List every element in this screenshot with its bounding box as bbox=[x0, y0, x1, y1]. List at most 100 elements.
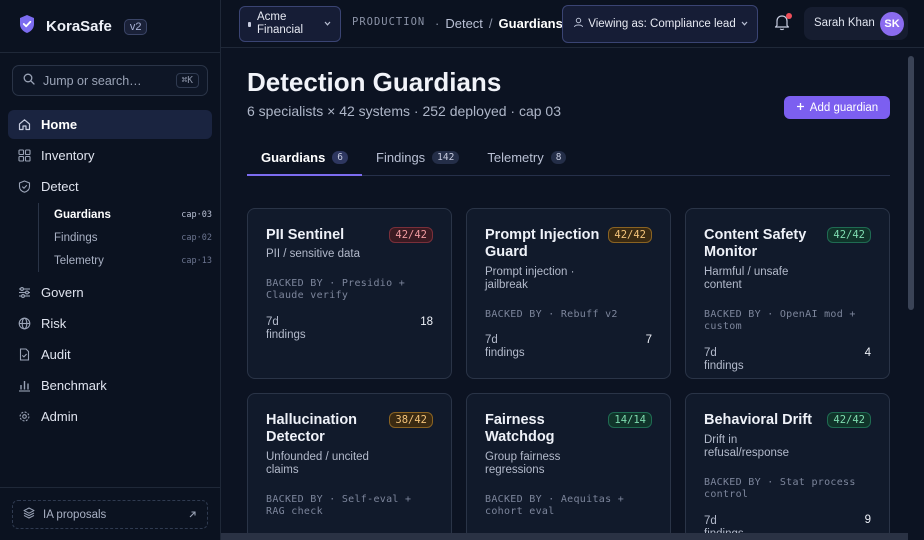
grid-icon bbox=[18, 149, 31, 162]
card-description: Group fairness regressions bbox=[485, 451, 561, 476]
guardian-card-behavioral-drift[interactable]: Behavioral Drift 42/42 Drift in refusal/… bbox=[685, 393, 890, 540]
findings-label: 7d findings bbox=[485, 334, 525, 359]
add-guardian-label: Add guardian bbox=[809, 101, 879, 114]
sidebar-subitem-findings[interactable]: Findings cap·02 bbox=[54, 226, 212, 249]
sidebar-item-govern[interactable]: Govern bbox=[8, 278, 212, 307]
tab-label: Findings bbox=[376, 150, 426, 165]
avatar: SK bbox=[880, 11, 904, 36]
shield-icon bbox=[18, 180, 31, 193]
sidebar-divider bbox=[0, 487, 220, 488]
sidebar-subitem-telemetry[interactable]: Telemetry cap·13 bbox=[54, 249, 212, 272]
guardian-card-hallucination[interactable]: Hallucination Detector 38/42 Unfounded /… bbox=[247, 393, 452, 540]
sidebar-item-inventory[interactable]: Inventory bbox=[8, 141, 212, 170]
sidebar-item-audit[interactable]: Audit bbox=[8, 340, 212, 369]
sidebar-item-benchmark[interactable]: Benchmark bbox=[8, 371, 212, 400]
tab-label: Guardians bbox=[261, 149, 326, 165]
guardian-card-pii-sentinel[interactable]: PII Sentinel 42/42 PII / sensitive data … bbox=[247, 208, 452, 379]
ia-proposals-button[interactable]: IA proposals bbox=[12, 500, 208, 529]
guardian-card-content-safety[interactable]: Content Safety Monitor 42/42 Harmful / u… bbox=[685, 208, 890, 379]
sidebar-item-label: Admin bbox=[41, 409, 78, 424]
search-icon bbox=[23, 72, 35, 90]
card-title: Hallucination Detector bbox=[266, 412, 358, 445]
coverage-badge: 42/42 bbox=[389, 227, 433, 243]
card-title: Fairness Watchdog bbox=[485, 412, 555, 445]
sidebar-item-admin[interactable]: Admin bbox=[8, 402, 212, 431]
notification-dot bbox=[786, 13, 792, 19]
sidebar-divider bbox=[0, 52, 220, 53]
sidebar-item-label: Audit bbox=[41, 347, 71, 362]
layers-icon bbox=[23, 506, 35, 524]
sidebar-item-label: Benchmark bbox=[41, 378, 107, 393]
sidebar-nav: Home Inventory Detect Guardians cap·03 F… bbox=[8, 110, 212, 433]
bar-chart-icon bbox=[18, 379, 31, 392]
vertical-scrollbar[interactable] bbox=[908, 56, 914, 310]
sidebar-subitem-guardians[interactable]: Guardians cap·03 bbox=[54, 203, 212, 226]
breadcrumb-dot: · bbox=[435, 16, 440, 31]
subitem-code: cap·03 bbox=[181, 209, 212, 220]
search-input[interactable]: Jump or search… bbox=[43, 74, 176, 88]
viewing-as-selector[interactable]: Viewing as: Compliance lead bbox=[562, 5, 758, 43]
breadcrumb: · Detect / Guardians bbox=[435, 16, 563, 31]
sidebar-item-label: Inventory bbox=[41, 148, 95, 163]
findings-count: 7 bbox=[645, 334, 652, 346]
tab-bar: Guardians 6 Findings 142 Telemetry 8 bbox=[247, 140, 890, 176]
card-title: Content Safety Monitor bbox=[704, 227, 807, 260]
sidebar-item-home[interactable]: Home bbox=[8, 110, 212, 139]
tab-guardians[interactable]: Guardians 6 bbox=[247, 140, 363, 176]
findings-label: 7d findings bbox=[266, 316, 306, 341]
breadcrumb-separator: / bbox=[488, 16, 493, 31]
coverage-badge: 42/42 bbox=[827, 412, 871, 428]
guardian-card-fairness[interactable]: Fairness Watchdog 14/14 Group fairness r… bbox=[466, 393, 671, 540]
sidebar: KoraSafe v2 Jump or search… ⌘K Home Inve… bbox=[0, 0, 221, 540]
gear-icon bbox=[18, 410, 31, 423]
card-title: Behavioral Drift bbox=[704, 412, 812, 428]
org-switcher[interactable]: Acme Financial bbox=[239, 6, 341, 42]
topbar: Acme Financial PRODUCTION · Detect / Gua… bbox=[221, 0, 924, 48]
detect-subnav: Guardians cap·03 Findings cap·02 Telemet… bbox=[38, 203, 212, 272]
sidebar-item-risk[interactable]: Risk bbox=[8, 309, 212, 338]
sidebar-item-label: Detect bbox=[41, 179, 79, 194]
search-box[interactable]: Jump or search… ⌘K bbox=[12, 65, 208, 96]
findings-count: 4 bbox=[864, 347, 871, 359]
user-menu[interactable]: Sarah Khan SK bbox=[804, 7, 908, 40]
org-name: Acme Financial bbox=[257, 11, 304, 36]
shield-logo-icon bbox=[18, 14, 36, 39]
card-backed-by: BACKED BY · Presidio + Claude verify bbox=[266, 278, 406, 301]
coverage-badge: 38/42 bbox=[389, 412, 433, 428]
card-description: PII / sensitive data bbox=[266, 248, 360, 260]
coverage-badge: 42/42 bbox=[608, 227, 652, 243]
chevron-down-icon bbox=[323, 15, 332, 33]
findings-count: 9 bbox=[864, 514, 871, 526]
horizontal-scrollbar[interactable] bbox=[221, 533, 908, 540]
subitem-code: cap·13 bbox=[181, 255, 212, 266]
sidebar-item-detect[interactable]: Detect bbox=[8, 172, 212, 201]
version-badge: v2 bbox=[123, 18, 148, 35]
tab-count: 8 bbox=[550, 151, 567, 164]
sliders-icon bbox=[18, 286, 31, 299]
notifications-button[interactable] bbox=[774, 13, 792, 33]
guardian-card-prompt-injection[interactable]: Prompt Injection Guard 42/42 Prompt inje… bbox=[466, 208, 671, 379]
card-backed-by: BACKED BY · Aequitas + cohort eval bbox=[485, 494, 625, 517]
coverage-badge: 42/42 bbox=[827, 227, 871, 243]
breadcrumb-guardians: Guardians bbox=[498, 16, 563, 31]
sidebar-item-label: Govern bbox=[41, 285, 84, 300]
breadcrumb-detect[interactable]: Detect bbox=[445, 16, 483, 31]
brand[interactable]: KoraSafe v2 bbox=[18, 14, 148, 39]
tab-count: 6 bbox=[332, 150, 349, 164]
tab-findings[interactable]: Findings 142 bbox=[362, 140, 473, 175]
bell-icon bbox=[774, 15, 790, 35]
ia-proposals-label: IA proposals bbox=[43, 508, 107, 521]
add-guardian-button[interactable]: Add guardian bbox=[784, 96, 890, 119]
card-title: Prompt Injection Guard bbox=[485, 227, 600, 260]
subitem-label: Telemetry bbox=[54, 254, 104, 267]
card-description: Prompt injection · jailbreak bbox=[485, 266, 575, 291]
tab-label: Telemetry bbox=[487, 150, 544, 165]
subitem-code: cap·02 bbox=[181, 232, 212, 243]
document-check-icon bbox=[18, 348, 31, 361]
brand-name: KoraSafe bbox=[46, 18, 112, 35]
tab-telemetry[interactable]: Telemetry 8 bbox=[473, 140, 580, 175]
org-indicator-icon bbox=[248, 21, 251, 27]
globe-icon bbox=[18, 317, 31, 330]
viewing-as-label: Viewing as: Compliance lead bbox=[588, 17, 736, 30]
tab-count: 142 bbox=[432, 151, 460, 164]
